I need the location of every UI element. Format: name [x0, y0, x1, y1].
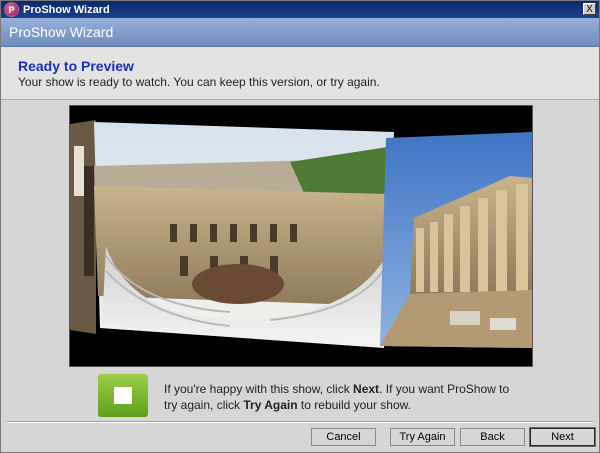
- step-subtitle: Your show is ready to watch. You can kee…: [18, 75, 380, 89]
- instructions-text: If you're happy with this show, click Ne…: [164, 381, 524, 413]
- preview-image: [70, 106, 532, 366]
- instructions-next-word: Next: [353, 382, 380, 396]
- try-again-button[interactable]: Try Again: [390, 428, 455, 446]
- close-button[interactable]: X: [583, 3, 596, 15]
- footer-divider: [7, 421, 593, 423]
- left-slide: [70, 120, 96, 334]
- step-title: Ready to Preview: [18, 58, 134, 74]
- proshow-app-icon: P: [4, 2, 19, 17]
- wizard-banner: ProShow Wizard: [1, 18, 599, 47]
- title-bar[interactable]: P ProShow Wizard X: [1, 1, 599, 18]
- instructions-try-again-word: Try Again: [243, 398, 298, 412]
- wizard-window: P ProShow Wizard X ProShow Wizard Ready …: [0, 0, 600, 453]
- right-slide: [380, 132, 532, 348]
- stop-square-icon: [98, 374, 148, 417]
- back-button[interactable]: Back: [460, 428, 525, 446]
- instructions-part3: to rebuild your show.: [297, 398, 411, 412]
- cancel-button[interactable]: Cancel: [311, 428, 376, 446]
- instructions-part1: If you're happy with this show, click: [164, 382, 354, 396]
- show-preview[interactable]: [69, 105, 533, 367]
- next-button[interactable]: Next: [529, 427, 596, 447]
- window-title: ProShow Wizard: [23, 3, 110, 16]
- banner-title: ProShow Wizard: [9, 24, 114, 40]
- center-slide: [94, 122, 394, 348]
- step-header: Ready to Preview Your show is ready to w…: [1, 47, 599, 100]
- square-glyph: [114, 387, 132, 404]
